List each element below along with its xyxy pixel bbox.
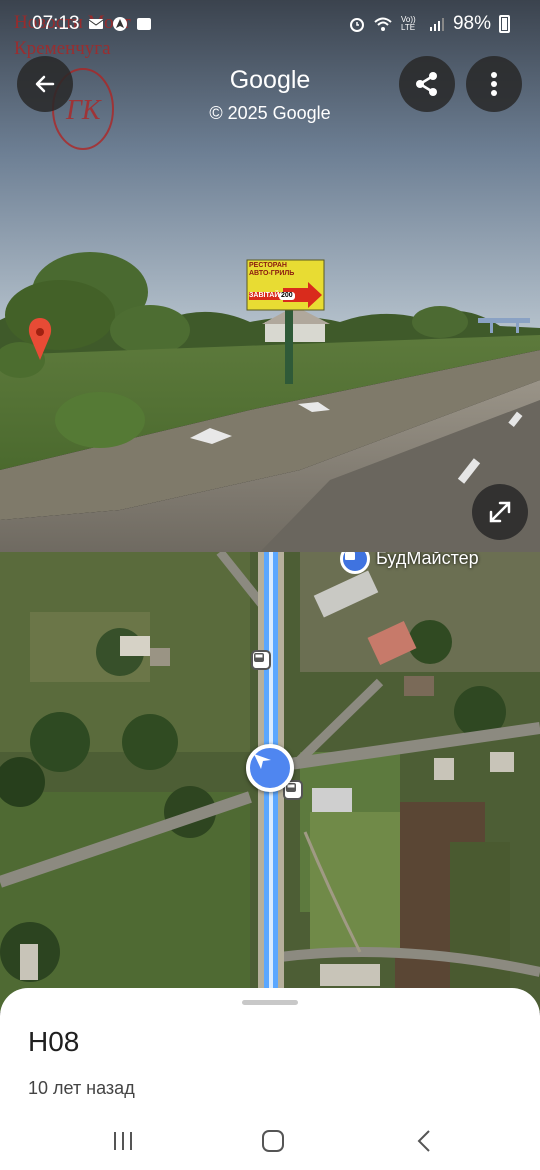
current-view-marker[interactable] (246, 744, 294, 792)
status-time: 07:13 (32, 13, 80, 34)
billboard-line1: РЕСТОРАН (249, 262, 287, 269)
billboard: РЕСТОРАН АВТО-ГРИЛЬ ЗАВІТАЙ 200 (249, 262, 309, 300)
capture-date: 10 лет назад (28, 1078, 135, 1098)
header-title-block: Google © 2025 Google (170, 66, 370, 124)
back-nav-button[interactable] (410, 1126, 440, 1156)
status-bar: 07:13 Vo)) LTE 98% (0, 0, 540, 48)
more-options-button[interactable] (466, 56, 522, 112)
share-icon (416, 72, 437, 96)
network-label: Vo)) LTE (400, 15, 416, 32)
header-title: Google (229, 66, 311, 94)
back-button[interactable] (17, 56, 73, 112)
billboard-sign: 200 (279, 292, 295, 300)
home-icon (262, 1130, 284, 1152)
direction-arrow-icon (254, 754, 271, 769)
alarm-icon (349, 18, 364, 32)
street-view-panorama[interactable]: РЕСТОРАН АВТО-ГРИЛЬ ЗАВІТАЙ 200 Новости … (0, 0, 540, 552)
poi-label[interactable]: БудМайстер (376, 552, 479, 569)
battery-icon (499, 15, 510, 33)
recent-apps-button[interactable] (108, 1126, 138, 1156)
navigation-icon (112, 17, 127, 31)
billboard-line3: ЗАВІТАЙ (249, 292, 281, 300)
bus-icon (254, 653, 264, 662)
wifi-icon (374, 17, 392, 31)
home-button[interactable] (258, 1126, 288, 1156)
arrow-left-icon (35, 75, 55, 93)
gallery-icon (136, 18, 151, 30)
place-title: Н08 (28, 1026, 80, 1057)
chevron-left-icon (417, 1130, 430, 1152)
recent-apps-icon (114, 1132, 132, 1150)
bus-stop-marker[interactable] (251, 650, 271, 670)
mail-icon (88, 19, 103, 29)
street-view-header: Google © 2025 Google (0, 54, 540, 124)
share-button[interactable] (399, 56, 455, 112)
shopping-bag-icon (345, 552, 355, 560)
expand-button[interactable] (472, 484, 528, 540)
bottom-sheet[interactable]: Н08 10 лет назад (0, 988, 540, 1170)
system-nav-bar (0, 1110, 540, 1170)
battery-percent: 98% (452, 13, 491, 34)
sheet-drag-handle[interactable] (242, 1000, 298, 1005)
more-vertical-icon (491, 72, 497, 96)
satellite-map[interactable]: БудМайстер (0, 552, 540, 1012)
signal-icon (429, 18, 444, 31)
expand-icon (489, 501, 511, 523)
header-copyright: © 2025 Google (209, 103, 331, 123)
billboard-line2: АВТО-ГРИЛЬ (249, 270, 295, 277)
